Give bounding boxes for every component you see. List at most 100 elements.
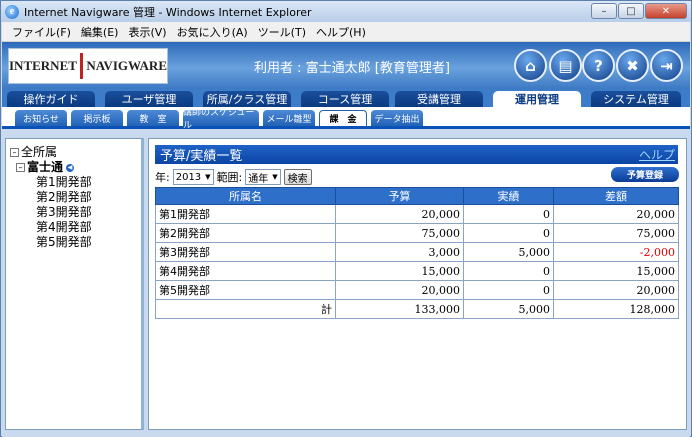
tab-guide[interactable]: 操作ガイド (7, 91, 95, 107)
col-header-actual: 実績 (463, 187, 554, 205)
collapse-icon[interactable]: – (16, 163, 25, 172)
total-actual: 5,000 (463, 299, 554, 319)
total-diff: 128,000 (553, 299, 679, 319)
minimize-icon[interactable]: – (591, 3, 617, 19)
year-label: 年: (155, 171, 170, 184)
cell-budget: 3,000 (335, 242, 464, 262)
subtab-mail[interactable]: メール雛型 (263, 110, 315, 126)
tree-root[interactable]: – 全所属 (10, 145, 92, 160)
col-header-diff: 差額 (553, 187, 679, 205)
menu-view[interactable]: 表示(V) (128, 24, 166, 40)
notebook-icon[interactable]: ▤ (549, 49, 582, 82)
table-total-row: 計 133,000 5,000 128,000 (155, 299, 679, 319)
tab-attend[interactable]: 受講管理 (395, 91, 483, 107)
tree-item-dept3[interactable]: 第3開発部 (10, 205, 92, 220)
total-budget: 133,000 (335, 299, 464, 319)
org-tree: – 全所属 – 富士通 ◀ 第1開発部 第2開発部 第3開発部 第4開発部 第5開発部 (10, 145, 92, 250)
tree-company[interactable]: – 富士通 ◀ (10, 160, 92, 175)
browser-window: e Internet Navigware 管理 - Windows Intern… (0, 0, 692, 437)
title-bar: e Internet Navigware 管理 - Windows Intern… (1, 1, 691, 22)
register-budget-button[interactable]: 予算登録 (611, 167, 679, 182)
search-button[interactable]: 検索 (283, 169, 312, 185)
menu-file[interactable]: ファイル(F) (12, 24, 71, 40)
chevron-down-icon: ▼ (205, 173, 211, 181)
maximize-icon[interactable]: □ (618, 3, 644, 19)
cell-budget: 20,000 (335, 204, 464, 224)
range-value: 通年 (248, 173, 269, 185)
help-link[interactable]: ヘルプ (639, 146, 675, 163)
col-header-name: 所属名 (155, 187, 336, 205)
sub-tabs: お知らせ 掲示板 教 室 講師のスケジュール メール雛型 課 金 データ抽出 (2, 107, 690, 131)
home-icon[interactable]: ⌂ (514, 49, 547, 82)
col-header-budget: 予算 (335, 187, 464, 205)
collapse-icon[interactable]: – (10, 148, 19, 157)
table-row: 第3開発部 3,000 5,000 -2,000 (155, 242, 679, 262)
cell-name: 第3開発部 (155, 242, 336, 262)
user-info: 利用者 : 富士通太郎 [教育管理者] (254, 61, 450, 76)
tab-user[interactable]: ユーザ管理 (105, 91, 193, 107)
subtab-schedule[interactable]: 講師のスケジュール (183, 108, 259, 131)
tab-system[interactable]: システム管理 (591, 91, 681, 107)
navigware-logo: INTERNET NAVIGWARE (8, 48, 168, 84)
help-icon[interactable]: ? (582, 49, 615, 82)
cell-diff: 75,000 (553, 223, 679, 243)
tree-item-dept5[interactable]: 第5開発部 (10, 235, 92, 250)
cell-actual: 5,000 (463, 242, 554, 262)
tree-item-dept4[interactable]: 第4開発部 (10, 220, 92, 235)
tab-operation[interactable]: 運用管理 (493, 91, 581, 107)
tree-root-label: 全所属 (21, 145, 58, 159)
logo-text-left: INTERNET (9, 58, 77, 73)
menu-bar: ファイル(F) 編集(E) 表示(V) お気に入り(A) ツール(T) ヘルプ(… (2, 22, 690, 42)
page-title: 予算/実績一覧 (160, 149, 243, 164)
subtab-board[interactable]: 掲示板 (71, 110, 123, 126)
cell-diff: 20,000 (553, 204, 679, 224)
menu-favorites[interactable]: お気に入り(A) (177, 24, 248, 40)
cell-name: 第1開発部 (155, 204, 336, 224)
range-select[interactable]: 通年 ▼ (245, 169, 281, 185)
budget-table: 所属名 予算 実績 差額 第1開発部 20,000 0 20,000 第2開発部 75,0… (155, 187, 679, 319)
logo-mark-icon (79, 53, 84, 79)
subtab-billing[interactable]: 課 金 (319, 110, 367, 126)
arrow-left-icon: ◀ (66, 163, 75, 172)
cell-actual: 0 (463, 280, 554, 300)
logout-icon[interactable]: ⇥ (650, 49, 683, 82)
cell-diff: 20,000 (553, 280, 679, 300)
tab-course[interactable]: コース管理 (301, 91, 389, 107)
total-label: 計 (155, 299, 336, 319)
chevron-down-icon: ▼ (272, 173, 278, 181)
cell-budget: 15,000 (335, 261, 464, 281)
app-header: INTERNET NAVIGWARE 利用者 : 富士通太郎 [教育管理者] ⌂… (2, 42, 690, 89)
tree-company-label: 富士通 (27, 160, 64, 174)
status-bar (2, 432, 690, 437)
main-tabs: 操作ガイド ユーザ管理 所属/クラス管理 コース管理 受講管理 運用管理 システ… (2, 89, 690, 107)
close-icon[interactable]: ✕ (645, 3, 687, 19)
year-select[interactable]: 2013 ▼ (172, 169, 214, 185)
page-title-bar: 予算/実績一覧 ヘルプ (155, 145, 678, 164)
year-value: 2013 (175, 171, 202, 183)
cell-name: 第5開発部 (155, 280, 336, 300)
logo-text-right: NAVIGWARE (86, 58, 167, 73)
cell-diff: 15,000 (553, 261, 679, 281)
table-row: 第4開発部 15,000 0 15,000 (155, 261, 679, 281)
tools-icon[interactable]: ✖ (616, 49, 649, 82)
subtab-classroom[interactable]: 教 室 (127, 110, 179, 126)
cell-diff: -2,000 (553, 242, 679, 262)
cell-name: 第2開発部 (155, 223, 336, 243)
window-title: Internet Navigware 管理 - Windows Internet… (24, 5, 312, 19)
menu-help[interactable]: ヘルプ(H) (316, 24, 366, 40)
content-pane: 予算/実績一覧 ヘルプ 年: 2013 ▼ 範囲: 通年 ▼ 検索 予算登録 所属名… (148, 138, 687, 430)
cell-actual: 0 (463, 223, 554, 243)
cell-budget: 75,000 (335, 223, 464, 243)
menu-tools[interactable]: ツール(T) (258, 24, 306, 40)
cell-actual: 0 (463, 204, 554, 224)
menu-edit[interactable]: 編集(E) (81, 24, 119, 40)
ie-icon: e (5, 4, 19, 19)
range-label: 範囲: (216, 171, 243, 184)
tree-item-dept2[interactable]: 第2開発部 (10, 190, 92, 205)
table-row: 第2開発部 75,000 0 75,000 (155, 223, 679, 243)
table-row: 第5開発部 20,000 0 20,000 (155, 280, 679, 300)
subtab-notice[interactable]: お知らせ (15, 110, 67, 126)
tree-item-dept1[interactable]: 第1開発部 (10, 175, 92, 190)
org-tree-pane: – 全所属 – 富士通 ◀ 第1開発部 第2開発部 第3開発部 第4開発部 第5開発部 (5, 138, 144, 430)
subtab-export[interactable]: データ抽出 (371, 110, 423, 126)
